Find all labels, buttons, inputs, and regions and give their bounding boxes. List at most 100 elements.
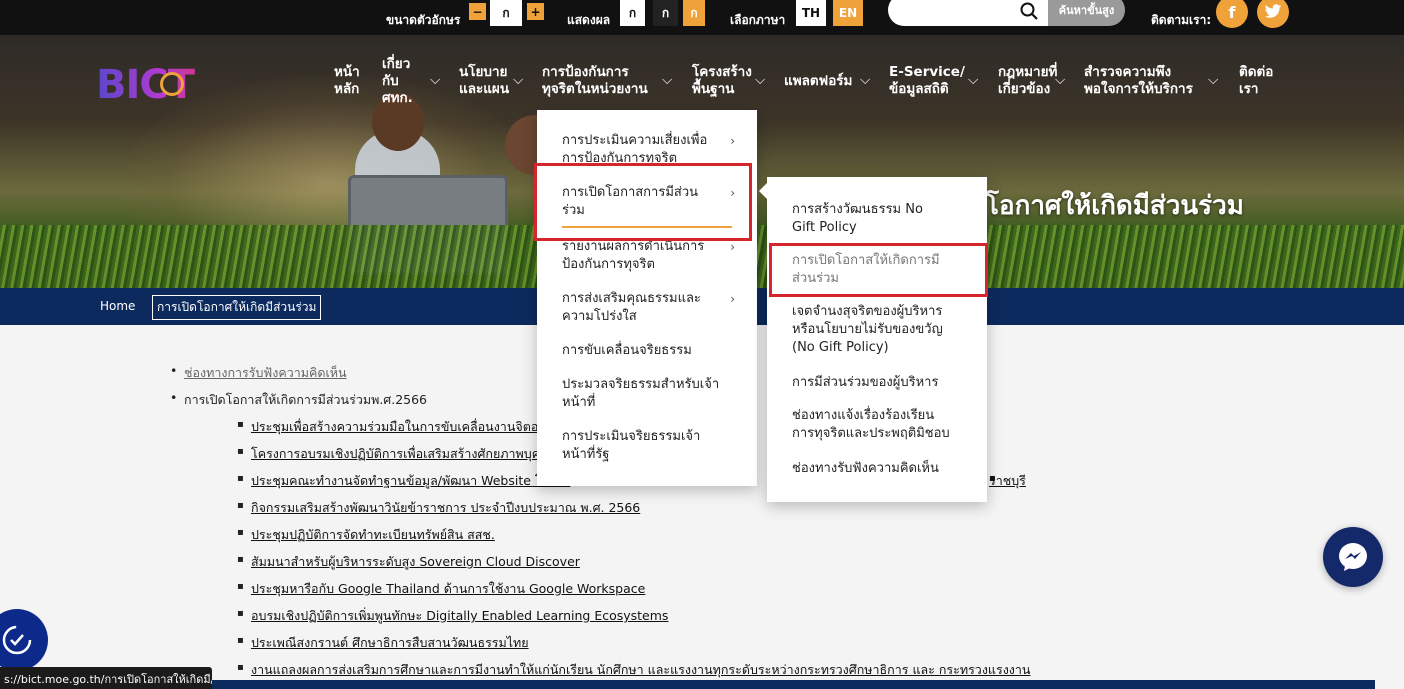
submenu-pointer: [759, 183, 767, 199]
nav-about[interactable]: เกี่ยว กับ ศทก.: [382, 56, 413, 107]
sub-list-item[interactable]: กิจกรรมเสริมสร้างพัฒนาวินัยข้าราชการ ประ…: [237, 498, 640, 518]
sub-list-item[interactable]: ประชุมปฏิบัติการจัดทำทะเบียนทรัพย์สิน สส…: [237, 525, 495, 545]
sub-item-link[interactable]: ประชุมหารือกับ Google Thailand ด้านการใช…: [251, 581, 645, 596]
participation-2566-heading: การเปิดโอกาสให้เกิดการมีส่วนร่วมพ.ศ.2566: [184, 392, 428, 407]
sub-list-item[interactable]: ประชุมเพื่อสร้างความร่วมมือในการขับเคลื่…: [237, 417, 572, 437]
dropdown-item-line: การประเมินจริยธรรมเจ้า: [562, 429, 701, 444]
sub-item-link[interactable]: ประเพณีสงกรานต์ ศึกษาธิการสืบสานวัฒนธรรม…: [251, 635, 529, 650]
sub-item-link[interactable]: ประชุมคณะทำงานจัดทำฐานข้อมูล/พัฒนา Websi…: [251, 473, 570, 488]
font-increase-button[interactable]: +: [527, 3, 544, 20]
submenu-item-executive-participation[interactable]: การมีส่วนร่วมของผู้บริหาร: [792, 374, 938, 392]
sub-list-item[interactable]: สัมมนาสำหรับผู้บริหารระดับสูง Sovereign …: [237, 552, 580, 572]
nav-anticorruption-chevron-icon[interactable]: ⌵: [662, 72, 672, 89]
submenu-item-complaint-channel[interactable]: ช่องทางแจ้งเรื่องร้องเรียน การทุจริตและป…: [792, 407, 950, 443]
nav-contact-line1: ติดต่อ: [1239, 64, 1274, 80]
dropdown-item-ethics-evaluation[interactable]: การประเมินจริยธรรมเจ้า หน้าที่รัฐ: [562, 428, 700, 464]
sub-list-item[interactable]: ประชุมหารือกับ Google Thailand ด้านการใช…: [237, 579, 645, 599]
dropdown-item-ethics-promotion[interactable]: การส่งเสริมคุณธรรมและ ความโปร่งใส: [562, 290, 701, 326]
chevron-right-icon: ›: [730, 134, 735, 148]
submenu-item-feedback-channel[interactable]: ช่องทางรับฟังความคิดเห็น: [792, 460, 939, 478]
nav-eservice-line1: E-Service/: [889, 64, 965, 80]
display-normal-button[interactable]: ก: [620, 0, 645, 26]
breadcrumb-current: การเปิดโอกาศให้เกิดมีส่วนร่วม: [152, 295, 322, 320]
sub-item-link[interactable]: ประชุมเพื่อสร้างความร่วมมือในการขับเคลื่…: [251, 419, 572, 434]
submenu-item-integrity-intent[interactable]: เจตจำนงสุจริตของผู้บริหาร หรือนโยบายไม่ร…: [792, 303, 943, 357]
messenger-chat-button[interactable]: [1323, 527, 1383, 587]
submenu-item-line: การทุจริตและประพฤติมิชอบ: [792, 426, 950, 441]
submenu-item-no-gift-culture[interactable]: การสร้างวัฒนธรรม No Gift Policy: [792, 201, 923, 237]
submenu-item-line: หรือนโยบายไม่รับของขวัญ: [792, 322, 943, 337]
sub-item-link[interactable]: อบรมเชิงปฏิบัติการเพิ่มพูนทักษะ Digitall…: [251, 608, 668, 623]
follow-label: ติดตามเรา:: [1151, 13, 1212, 27]
dropdown-item-report[interactable]: รายงานผลการดำเนินการ ป้องกันการทุจริต: [562, 238, 704, 274]
dropdown-item-line: การประเมินความเสี่ยงเพื่อ: [562, 133, 708, 148]
search-icon[interactable]: [1020, 2, 1038, 20]
dropdown-item-line: หน้าที่: [562, 395, 596, 410]
sub-list-item[interactable]: ประชุมคณะทำงานจัดทำฐานข้อมูล/พัฒนา Websi…: [237, 471, 570, 491]
lang-en-button[interactable]: EN: [833, 0, 863, 26]
nav-home[interactable]: หน้า หลัก: [334, 64, 360, 98]
nav-eservice-chevron-icon[interactable]: ⌵: [968, 72, 978, 89]
highlight-box-submenu: [769, 243, 988, 297]
display-dark-button[interactable]: ก: [653, 0, 678, 26]
nav-anticorruption[interactable]: การป้องกันการ ทุจริตในหน่วยงาน: [542, 64, 648, 98]
nav-infrastructure-chevron-icon[interactable]: ⌵: [755, 72, 765, 89]
submenu-item-line: Gift Policy: [792, 220, 857, 235]
nav-platform-chevron-icon[interactable]: ⌵: [860, 72, 870, 89]
nav-policy-line2: และแผน: [459, 81, 510, 97]
sub-list-item[interactable]: งานแถลงผลการส่งเสริมการศึกษาและการมีงานท…: [237, 660, 1030, 680]
nav-law-chevron-icon[interactable]: ⌵: [1055, 72, 1065, 89]
display-label: แสดงผล: [567, 13, 611, 27]
sub-list-item[interactable]: โครงการอบรมเชิงปฏิบัติการเพื่อเสริมสร้าง…: [237, 444, 569, 464]
nav-policy[interactable]: นโยบาย และแผน: [459, 64, 509, 98]
nav-law[interactable]: กฎหมายที่ เกี่ยวข้อง: [998, 64, 1057, 98]
twitter-icon[interactable]: [1257, 0, 1289, 28]
sub-item-link[interactable]: งานแถลงผลการส่งเสริมการศึกษาและการมีงานท…: [251, 662, 1030, 677]
lang-th-button[interactable]: TH: [796, 0, 826, 26]
sub-item-link-tail[interactable]: ราชบุรี: [989, 471, 1026, 491]
nav-law-line1: กฎหมายที่: [998, 64, 1058, 80]
dropdown-item-line: ป้องกันการทุจริต: [562, 257, 655, 272]
sub-item-link[interactable]: กิจกรรมเสริมสร้างพัฒนาวินัยข้าราชการ ประ…: [251, 500, 640, 515]
nav-platform-line1: แพลตฟอร์ม: [784, 73, 853, 89]
nav-about-chevron-icon[interactable]: ⌵: [430, 72, 440, 89]
nav-eservice-line2: ข้อมูลสถิติ: [889, 81, 949, 97]
dropdown-item-ethics-code[interactable]: ประมวลจริยธรรมสำหรับเจ้า หน้าที่: [562, 376, 719, 412]
font-decrease-button[interactable]: −: [469, 3, 486, 20]
sub-item-link[interactable]: โครงการอบรมเชิงปฏิบัติการเพื่อเสริมสร้าง…: [251, 446, 569, 461]
nav-infrastructure-line1: โครงสร้าง: [692, 64, 752, 80]
nav-anticorruption-line2: ทุจริตในหน่วยงาน: [542, 81, 648, 97]
nav-infrastructure[interactable]: โครงสร้าง พื้นฐาน: [692, 64, 752, 98]
nav-infrastructure-line2: พื้นฐาน: [692, 81, 735, 97]
nav-contact-line2: เรา: [1239, 81, 1259, 97]
nav-survey[interactable]: สำรวจความพึง พอใจการให้บริการ: [1084, 64, 1193, 98]
submenu-item-line: ช่องทางแจ้งเรื่องร้องเรียน: [792, 408, 935, 423]
dropdown-item-line: การขับเคลื่อนจริยธรรม: [562, 343, 692, 358]
nav-platform[interactable]: แพลตฟอร์ม: [784, 73, 852, 90]
bict-logo[interactable]: BICT: [96, 62, 216, 108]
advanced-search-button[interactable]: ค้นหาขั้นสูง: [1048, 0, 1125, 26]
dropdown-item-line: หน้าที่รัฐ: [562, 447, 610, 462]
chevron-right-icon: ›: [730, 292, 735, 306]
nav-policy-chevron-icon[interactable]: ⌵: [513, 72, 523, 89]
sub-item-link[interactable]: สัมมนาสำหรับผู้บริหารระดับสูง Sovereign …: [251, 554, 580, 569]
nav-eservice[interactable]: E-Service/ ข้อมูลสถิติ: [889, 64, 965, 98]
nav-contact[interactable]: ติดต่อ เรา: [1239, 64, 1273, 98]
dropdown-item-ethics-drive[interactable]: การขับเคลื่อนจริยธรรม: [562, 342, 692, 360]
nav-survey-chevron-icon[interactable]: ⌵: [1208, 72, 1218, 89]
sub-list-item[interactable]: อบรมเชิงปฏิบัติการเพิ่มพูนทักษะ Digitall…: [237, 606, 668, 626]
font-size-label: ขนาดตัวอักษร: [386, 13, 461, 27]
dropdown-item-line: ความโปร่งใส: [562, 309, 637, 324]
facebook-icon[interactable]: f: [1216, 0, 1248, 28]
sub-item-link[interactable]: ประชุมปฏิบัติการจัดทำทะเบียนทรัพย์สิน สส…: [251, 527, 495, 542]
sub-list-item[interactable]: ประเพณีสงกรานต์ ศึกษาธิการสืบสานวัฒนธรรม…: [237, 633, 529, 653]
submenu-item-line: การมีส่วนร่วมของผู้บริหาร: [792, 375, 939, 390]
nav-about-line1: เกี่ยว: [382, 56, 411, 72]
font-normal-button[interactable]: ก: [490, 0, 522, 26]
search-input[interactable]: [902, 0, 1022, 24]
nav-about-line2: กับ: [382, 73, 399, 89]
feedback-channel-link[interactable]: ช่องทางการรับฟังความคิดเห็น: [184, 365, 347, 380]
display-yellow-button[interactable]: ก: [683, 0, 705, 26]
list-item[interactable]: ช่องทางการรับฟังความคิดเห็น: [170, 363, 347, 383]
breadcrumb-home-link[interactable]: Home: [100, 299, 135, 313]
